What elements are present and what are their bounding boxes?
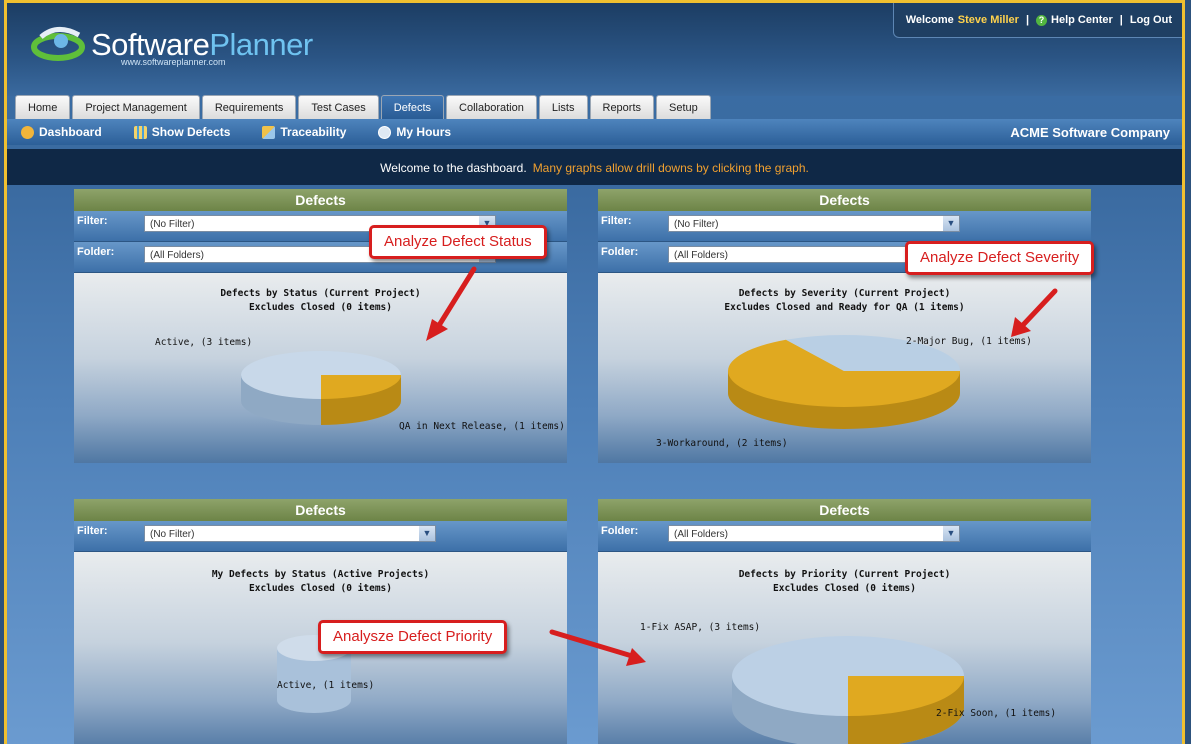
logo-url: www.softwareplanner.com xyxy=(121,57,226,67)
tab-project-management[interactable]: Project Management xyxy=(72,95,200,119)
tab-lists[interactable]: Lists xyxy=(538,95,588,119)
subnav-my-hours[interactable]: My Hours xyxy=(378,125,451,139)
logout-link[interactable]: Log Out xyxy=(1130,14,1172,26)
folder-value: (All Folders) xyxy=(674,529,728,540)
pie-chart[interactable] xyxy=(728,632,968,744)
pie-label: 2-Fix Soon, (1 items) xyxy=(936,708,1057,719)
separator: | xyxy=(1119,14,1123,26)
callout-arrow-icon xyxy=(549,629,646,666)
user-bar: Welcome Steve Miller | ? Help Center | L… xyxy=(892,3,1182,38)
callout-arrow-icon xyxy=(426,266,477,341)
filter-select[interactable]: (No Filter) ▼ xyxy=(144,525,436,542)
pie-label: 3-Workaround, (2 items) xyxy=(656,438,788,449)
tab-reports[interactable]: Reports xyxy=(589,95,655,119)
subnav-label: Dashboard xyxy=(39,125,102,139)
user-name[interactable]: Steve Miller xyxy=(958,14,1019,26)
callout-arrow-icon xyxy=(1011,288,1058,337)
subnav-show-defects[interactable]: Show Defects xyxy=(133,125,231,139)
subnav-label: Traceability xyxy=(280,125,347,139)
main-tabs: Home Project Management Requirements Tes… xyxy=(15,95,711,119)
pie-label: Active, (3 items) xyxy=(155,337,253,348)
chart-title: My Defects by Status (Active Projects) xyxy=(211,569,430,580)
panel-header: Defects xyxy=(598,189,1091,211)
app-window: SoftwarePlanner www.softwareplanner.com … xyxy=(4,0,1185,744)
panel-header: Defects xyxy=(74,189,567,211)
tab-test-cases[interactable]: Test Cases xyxy=(298,95,379,119)
dashboard-icon xyxy=(21,125,34,139)
welcome-hint: Many graphs allow drill downs by clickin… xyxy=(532,161,809,175)
filter-row: Filter: (No Filter) ▼ xyxy=(74,521,567,552)
pie-chart[interactable] xyxy=(236,343,406,433)
welcome-text: Welcome to the dashboard. xyxy=(380,161,527,175)
welcome-bar: Welcome to the dashboard. Many graphs all… xyxy=(7,149,1182,185)
chart-title: Defects by Priority (Current Project) xyxy=(738,569,951,580)
filter-label: Filter: xyxy=(601,215,632,227)
folder-label: Folder: xyxy=(601,525,639,537)
help-icon[interactable]: ? xyxy=(1036,14,1048,26)
callout-defect-status: Analyze Defect Status xyxy=(369,225,547,259)
filter-value: (No Filter) xyxy=(150,529,195,540)
callout-defect-severity: Analyze Defect Severity xyxy=(905,241,1095,275)
subnav-label: Show Defects xyxy=(151,125,231,139)
grid-icon xyxy=(133,125,147,139)
chart-subtitle: Excludes Closed (0 items) xyxy=(773,583,916,594)
tab-home[interactable]: Home xyxy=(15,95,71,119)
panel-header: Defects xyxy=(74,499,567,521)
logo[interactable]: SoftwarePlanner www.softwareplanner.com xyxy=(31,21,313,69)
welcome-prefix: Welcome xyxy=(905,14,954,26)
filter-select[interactable]: (No Filter) ▼ xyxy=(668,215,960,232)
company-name: ACME Software Company xyxy=(1010,125,1170,140)
folder-value: (All Folders) xyxy=(674,250,728,261)
callout-defect-priority: Analysze Defect Priority xyxy=(318,620,508,654)
tab-setup[interactable]: Setup xyxy=(656,95,711,119)
folder-label: Folder: xyxy=(77,246,115,258)
pie-label: QA in Next Release, (1 items) xyxy=(399,421,565,432)
logo-swoosh-icon xyxy=(31,27,85,61)
tab-collaboration[interactable]: Collaboration xyxy=(446,95,537,119)
panel-header: Defects xyxy=(598,499,1091,521)
tab-requirements[interactable]: Requirements xyxy=(201,95,297,119)
chart-subtitle: Excludes Closed (0 items) xyxy=(249,583,392,594)
tab-defects[interactable]: Defects xyxy=(380,95,445,119)
sub-navigation: Dashboard Show Defects Traceability My H… xyxy=(7,119,1182,145)
traceability-icon xyxy=(262,125,276,139)
chart-priority[interactable]: Defects by Priority (Current Project) Ex… xyxy=(598,552,1091,744)
folder-value: (All Folders) xyxy=(150,250,204,261)
chevron-down-icon[interactable]: ▼ xyxy=(419,526,435,541)
pie-label: Active, (1 items) xyxy=(277,680,375,691)
panel-defects-priority: Defects Folder: (All Folders) ▼ Defects b… xyxy=(598,499,1091,744)
chevron-down-icon[interactable]: ▼ xyxy=(943,526,959,541)
folder-select[interactable]: (All Folders) ▼ xyxy=(668,525,960,542)
help-center-link[interactable]: Help Center xyxy=(1051,14,1113,26)
pie-label: 1-Fix ASAP, (3 items) xyxy=(640,622,761,633)
subnav-label: My Hours xyxy=(396,125,452,139)
folder-row: Folder: (All Folders) ▼ xyxy=(598,521,1091,552)
subnav-traceability[interactable]: Traceability xyxy=(262,125,346,139)
folder-label: Folder: xyxy=(601,246,639,258)
subnav-dashboard[interactable]: Dashboard xyxy=(21,125,102,139)
separator: | xyxy=(1025,14,1030,26)
filter-value: (No Filter) xyxy=(150,219,195,230)
filter-row: Filter: (No Filter) ▼ xyxy=(598,211,1091,242)
chevron-down-icon[interactable]: ▼ xyxy=(943,216,959,231)
app-header: SoftwarePlanner www.softwareplanner.com … xyxy=(7,3,1182,96)
filter-value: (No Filter) xyxy=(674,219,719,230)
filter-label: Filter: xyxy=(77,215,108,227)
clock-icon xyxy=(378,125,392,139)
filter-label: Filter: xyxy=(77,525,108,537)
